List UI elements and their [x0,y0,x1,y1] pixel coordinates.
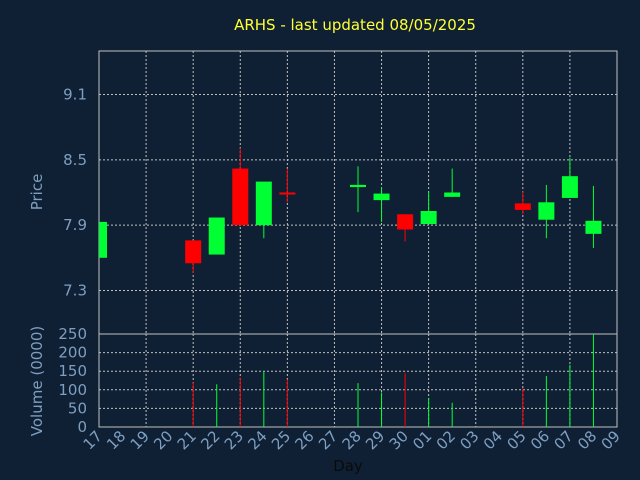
x-tick-label: 27 [315,427,341,453]
volume-tick-label: 50 [68,399,87,417]
candle-body-25 [279,192,296,195]
x-tick-label: 03 [456,427,482,453]
stock-chart-svg: ARHS - last updated 08/05/2025 Price Vol… [28,16,624,475]
x-tick-label: 01 [409,427,435,453]
price-tick-label: 8.5 [63,151,87,169]
x-tick-label: 18 [103,427,129,453]
x-tick-label: 29 [362,427,388,453]
x-tick-label: 05 [503,427,529,453]
candle-body-05 [514,203,531,210]
x-tick-label: 28 [339,427,365,453]
x-tick-label: 04 [480,427,506,453]
x-tick-label: 26 [292,427,318,453]
candle-body-22 [208,217,225,255]
candle-body-29 [373,193,390,201]
candle-body-24 [255,181,272,226]
price-axis-label: Price [28,174,46,211]
candle-body-06 [538,202,555,220]
volume-tick-label: 200 [58,344,87,362]
candle-body-01 [420,211,437,225]
x-tick-label: 30 [386,427,412,453]
tick-layer: 9.18.57.97.32502001501005001718192021222… [58,86,623,454]
volume-tick-label: 250 [58,325,87,343]
x-tick-label: 21 [174,427,200,453]
x-tick-label: 08 [574,427,600,453]
x-tick-label: 24 [244,427,270,453]
volume-tick-label: 100 [58,381,87,399]
x-tick-label: 23 [221,427,247,453]
chart-container: ARHS - last updated 08/05/2025 Price Vol… [0,0,640,480]
price-tick-label: 9.1 [63,86,87,104]
x-tick-label: 07 [551,427,577,453]
x-tick-label: 19 [127,427,153,453]
x-tick-label: 20 [150,427,176,453]
candle-body-30 [397,214,414,230]
marks-layer [99,147,602,427]
chart-title: ARHS - last updated 08/05/2025 [234,16,476,34]
x-tick-label: 25 [268,427,294,453]
candle-body-17 [99,221,107,258]
candle-body-28 [350,184,366,188]
candle-body-23 [232,168,249,226]
candle-body-08 [585,220,602,234]
volume-axis-label: Volume (0000) [28,326,46,436]
candle-body-21 [185,240,202,264]
x-tick-label: 09 [598,427,624,453]
candle-body-02 [444,192,461,197]
candles-group [99,147,602,274]
price-tick-label: 7.3 [63,281,87,299]
volume-tick-label: 150 [58,362,87,380]
x-axis-label: Day [333,457,363,475]
price-tick-label: 7.9 [63,216,87,234]
grid-layer [98,50,618,428]
candle-body-07 [561,176,578,198]
x-tick-label: 22 [197,427,223,453]
x-tick-label: 06 [527,427,553,453]
x-tick-label: 02 [433,427,459,453]
